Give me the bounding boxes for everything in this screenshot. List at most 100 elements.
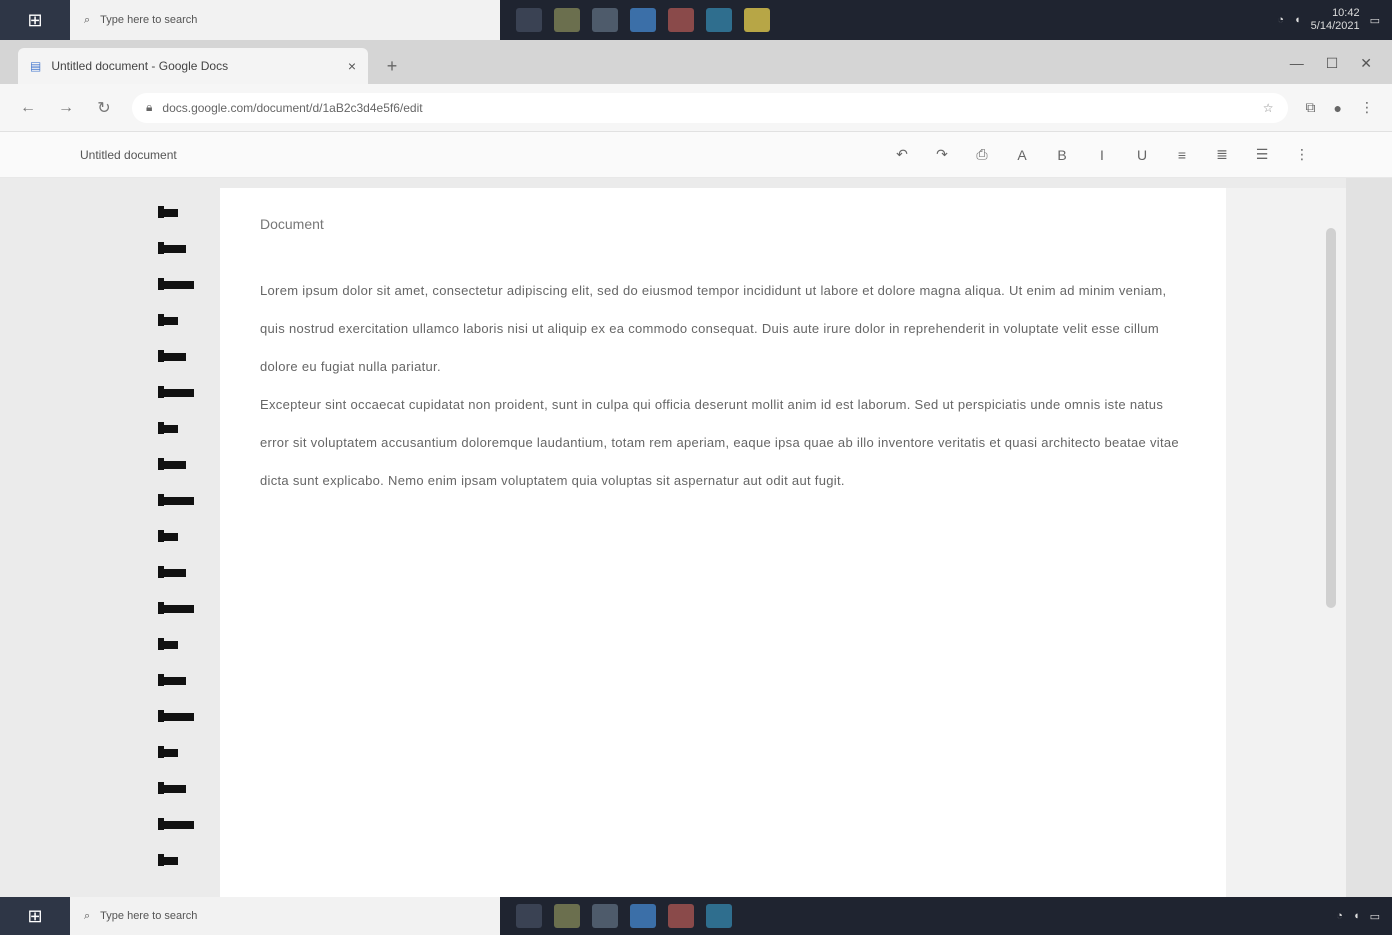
- side-panel: [1346, 178, 1392, 897]
- list-button[interactable]: ☰: [1252, 146, 1272, 163]
- start-button[interactable]: ⊞: [0, 0, 70, 40]
- back-button[interactable]: ←: [18, 99, 38, 117]
- document-workspace: Document Lorem ipsum dolor sit amet, con…: [0, 178, 1392, 897]
- bold-button[interactable]: B: [1052, 147, 1072, 163]
- mail-icon[interactable]: [706, 904, 732, 928]
- edge-icon[interactable]: [630, 8, 656, 32]
- network-icon[interactable]: ◔: [1336, 910, 1343, 922]
- chrome-icon[interactable]: [668, 8, 694, 32]
- gutter-mark: [158, 854, 198, 866]
- line-gutter: [150, 186, 210, 897]
- file-explorer-icon[interactable]: [554, 8, 580, 32]
- notifications-icon[interactable]: ▭: [1370, 910, 1380, 923]
- minimize-button[interactable]: —: [1290, 55, 1304, 72]
- task-view-icon[interactable]: [516, 904, 542, 928]
- gutter-mark: [158, 602, 198, 614]
- scrollbar-thumb[interactable]: [1326, 228, 1336, 608]
- gutter-mark: [158, 278, 198, 290]
- gutter-tick: [164, 749, 178, 757]
- paragraph: Excepteur sint occaecat cupidatat non pr…: [260, 397, 1179, 488]
- forward-button[interactable]: →: [56, 99, 76, 117]
- network-icon[interactable]: ◔: [1277, 14, 1284, 26]
- taskbar-search-placeholder: Type here to search: [100, 14, 198, 26]
- menu-icon[interactable]: ⋮: [1360, 99, 1374, 116]
- gutter-tick: [164, 461, 186, 469]
- store-icon[interactable]: [592, 8, 618, 32]
- docs-toolbar: Untitled document ↶ ↷ ⎙ A B I U ≡ ≣ ☰ ⋮: [0, 132, 1392, 178]
- document-heading: Document: [260, 216, 324, 232]
- gutter-tick: [164, 281, 194, 289]
- italic-button[interactable]: I: [1092, 147, 1112, 163]
- reload-button[interactable]: ↻: [94, 98, 114, 118]
- taskbar-search[interactable]: ⌕ Type here to search: [70, 0, 500, 40]
- close-window-button[interactable]: ✕: [1360, 55, 1372, 72]
- gutter-mark: [158, 422, 198, 434]
- url-input[interactable]: 🔒︎ docs.google.com/document/d/1aB2c3d4e5…: [132, 92, 1288, 123]
- store-icon[interactable]: [592, 904, 618, 928]
- gutter-mark: [158, 494, 198, 506]
- browser-tabbar: ▤ Untitled document - Google Docs × + — …: [0, 40, 1392, 84]
- document-name[interactable]: Untitled document: [80, 148, 177, 162]
- volume-icon[interactable]: ◖: [1353, 910, 1360, 922]
- undo-button[interactable]: ↶: [892, 146, 912, 163]
- align-center-button[interactable]: ≣: [1212, 146, 1232, 163]
- gutter-mark: [158, 242, 198, 254]
- profile-icon[interactable]: ●: [1334, 100, 1342, 116]
- gutter-mark: [158, 782, 198, 794]
- taskbar-search[interactable]: ⌕ Type here to search: [70, 897, 500, 935]
- file-explorer-icon[interactable]: [554, 904, 580, 928]
- chrome-icon[interactable]: [668, 904, 694, 928]
- gutter-mark: [158, 350, 198, 362]
- document-page[interactable]: Document Lorem ipsum dolor sit amet, con…: [220, 188, 1226, 897]
- gutter-mark: [158, 530, 198, 542]
- gutter-tick: [164, 857, 178, 865]
- taskbar-apps: [500, 8, 1277, 32]
- system-tray: ◔ ◖ 10:42 5/14/2021 ▭: [1277, 7, 1392, 33]
- task-view-icon[interactable]: [516, 8, 542, 32]
- underline-button[interactable]: U: [1132, 147, 1152, 163]
- gutter-mark: [158, 674, 198, 686]
- start-button[interactable]: ⊞: [0, 897, 70, 935]
- tab-close-button[interactable]: ×: [348, 58, 356, 74]
- clock[interactable]: 10:42 5/14/2021: [1311, 7, 1360, 33]
- settings-icon[interactable]: [744, 8, 770, 32]
- search-icon: ⌕: [84, 13, 91, 26]
- notifications-icon[interactable]: ▭: [1370, 14, 1380, 27]
- bookmark-star-icon[interactable]: ☆: [1263, 101, 1274, 115]
- text-color-button[interactable]: A: [1012, 147, 1032, 163]
- vertical-scrollbar[interactable]: [1226, 188, 1346, 897]
- more-options-button[interactable]: ⋮: [1292, 146, 1312, 163]
- extensions-icon[interactable]: ⧉: [1306, 99, 1316, 116]
- edge-icon[interactable]: [630, 904, 656, 928]
- top-taskbar: ⊞ ⌕ Type here to search ◔ ◖ 10:42 5/14/2…: [0, 0, 1392, 40]
- gutter-tick: [164, 641, 178, 649]
- window-controls: — ☐ ✕: [1290, 55, 1392, 84]
- volume-icon[interactable]: ◖: [1294, 14, 1301, 26]
- gutter-tick: [164, 785, 186, 793]
- align-left-button[interactable]: ≡: [1172, 147, 1192, 163]
- gutter-mark: [158, 314, 198, 326]
- mail-icon[interactable]: [706, 8, 732, 32]
- clock-time: 10:42: [1332, 7, 1360, 19]
- maximize-button[interactable]: ☐: [1326, 55, 1339, 72]
- gutter-mark: [158, 746, 198, 758]
- clock-date: 5/14/2021: [1310, 20, 1360, 32]
- gutter-tick: [164, 425, 178, 433]
- tab-document[interactable]: ▤ Untitled document - Google Docs ×: [18, 48, 368, 84]
- gutter-mark: [158, 566, 198, 578]
- lock-icon: 🔒︎: [146, 100, 153, 114]
- paragraph: Lorem ipsum dolor sit amet, consectetur …: [260, 283, 1167, 374]
- gutter-tick: [164, 389, 194, 397]
- gutter-mark: [158, 458, 198, 470]
- gutter-mark: [158, 206, 198, 218]
- new-tab-button[interactable]: +: [376, 52, 408, 80]
- redo-button[interactable]: ↷: [932, 146, 952, 163]
- gutter-tick: [164, 605, 194, 613]
- print-button[interactable]: ⎙: [972, 146, 992, 163]
- gutter-tick: [164, 533, 178, 541]
- gutter-tick: [164, 245, 186, 253]
- tab-title: Untitled document - Google Docs: [51, 59, 229, 73]
- bottom-taskbar: ⊞ ⌕ Type here to search ◔ ◖ ▭: [0, 897, 1392, 935]
- url-text: docs.google.com/document/d/1aB2c3d4e5f6/…: [162, 100, 423, 115]
- gutter-tick: [164, 209, 178, 217]
